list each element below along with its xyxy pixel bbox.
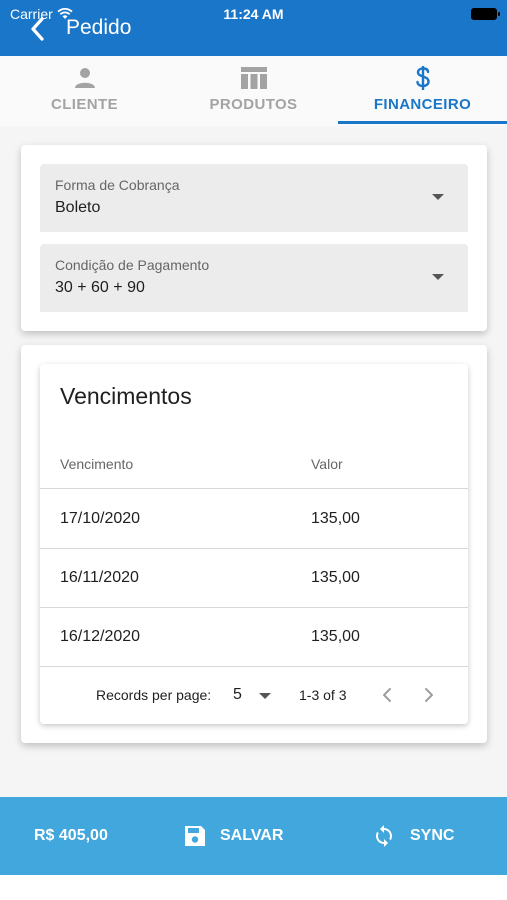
tab-label: PRODUTOS bbox=[209, 96, 298, 113]
condicao-pagamento-value: 30 + 60 + 90 bbox=[55, 279, 145, 296]
records-per-page-dropdown-icon[interactable] bbox=[259, 693, 271, 699]
save-button[interactable]: SALVAR bbox=[184, 825, 283, 847]
next-page-button[interactable] bbox=[424, 687, 434, 703]
vencimentos-table: Vencimentos Vencimento Valor 17/10/2020 … bbox=[40, 364, 468, 724]
app-bar: Carrier 11:24 AM Pedido bbox=[0, 0, 507, 56]
cell-vencimento: 16/11/2020 bbox=[60, 569, 139, 586]
column-header-valor[interactable]: Valor bbox=[311, 456, 343, 472]
person-icon bbox=[74, 68, 95, 88]
records-per-page-select[interactable]: 5 bbox=[233, 686, 242, 704]
battery-icon bbox=[471, 8, 500, 20]
active-tab-indicator bbox=[338, 121, 507, 124]
sync-icon bbox=[376, 825, 392, 847]
payment-form-card: Forma de Cobrança Boleto Condição de Pag… bbox=[21, 145, 487, 331]
save-icon bbox=[185, 826, 205, 846]
tab-label: FINANCEIRO bbox=[373, 96, 472, 113]
save-label: SALVAR bbox=[220, 827, 284, 844]
dropdown-arrow-icon bbox=[432, 274, 444, 280]
pagination-range: 1-3 of 3 bbox=[299, 687, 347, 703]
previous-page-button[interactable] bbox=[382, 687, 392, 703]
tab-label: CLIENTE bbox=[51, 96, 118, 113]
cell-valor: 135,00 bbox=[311, 628, 360, 645]
vencimentos-card: Vencimentos Vencimento Valor 17/10/2020 … bbox=[21, 345, 487, 743]
records-per-page-label: Records per page: bbox=[96, 687, 212, 703]
cell-valor: 135,00 bbox=[311, 510, 360, 527]
dollar-icon bbox=[415, 66, 430, 90]
column-header-vencimento[interactable]: Vencimento bbox=[60, 456, 133, 472]
table-row[interactable]: 16/11/2020 135,00 bbox=[40, 549, 468, 608]
table-icon bbox=[240, 67, 267, 89]
page-title: Pedido bbox=[66, 16, 132, 39]
forma-cobranca-select[interactable]: Forma de Cobrança Boleto bbox=[40, 164, 468, 232]
bottom-action-bar: R$ 405,00 SALVAR SYNC bbox=[0, 797, 507, 875]
sync-label: SYNC bbox=[410, 827, 455, 844]
forma-cobranca-value: Boleto bbox=[55, 199, 101, 216]
tab-produtos[interactable]: PRODUTOS bbox=[169, 56, 338, 126]
dropdown-arrow-icon bbox=[432, 194, 444, 200]
table-row[interactable]: 16/12/2020 135,00 bbox=[40, 608, 468, 667]
table-header: Vencimento Valor bbox=[40, 440, 468, 489]
table-pagination: Records per page: 5 1-3 of 3 bbox=[40, 666, 468, 724]
home-indicator-area bbox=[0, 875, 507, 900]
sync-button[interactable]: SYNC bbox=[372, 824, 454, 848]
cell-valor: 135,00 bbox=[311, 569, 360, 586]
table-title: Vencimentos bbox=[60, 383, 192, 409]
tab-financeiro[interactable]: FINANCEIRO bbox=[338, 56, 507, 126]
tab-bar: CLIENTE PRODUTOS FINANCEIRO bbox=[0, 56, 507, 126]
condicao-pagamento-select[interactable]: Condição de Pagamento 30 + 60 + 90 bbox=[40, 244, 468, 312]
back-button[interactable] bbox=[30, 15, 52, 43]
cell-vencimento: 17/10/2020 bbox=[60, 510, 141, 527]
tab-cliente[interactable]: CLIENTE bbox=[0, 56, 169, 126]
order-total: R$ 405,00 bbox=[34, 827, 108, 844]
chevron-left-icon bbox=[31, 17, 44, 41]
cell-vencimento: 16/12/2020 bbox=[60, 628, 141, 645]
forma-cobranca-label: Forma de Cobrança bbox=[55, 177, 180, 193]
table-row[interactable]: 17/10/2020 135,00 bbox=[40, 490, 468, 549]
condicao-pagamento-label: Condição de Pagamento bbox=[55, 257, 210, 273]
